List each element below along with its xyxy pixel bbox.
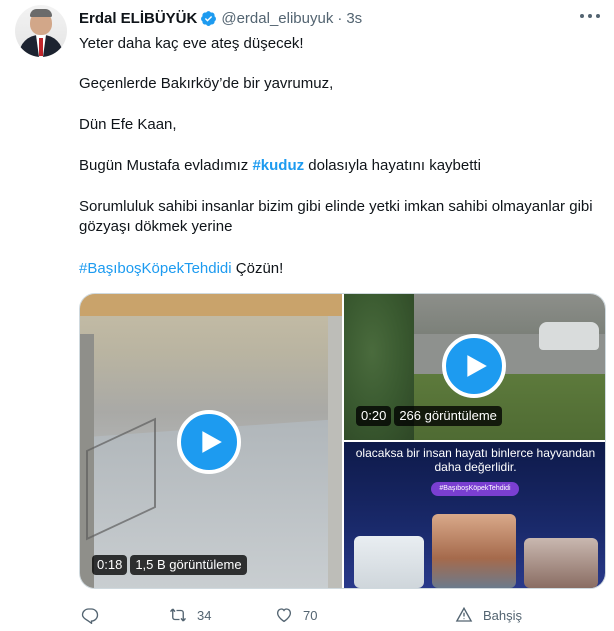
action-bar: 34 70 Bahşiş xyxy=(79,604,609,626)
hashtag-basiboskopektehdidi[interactable]: #BaşıboşKöpekTehdidi xyxy=(79,260,232,277)
media-grid: 0:18 1,5 B görüntüleme 0:20 266 görüntül… xyxy=(79,293,606,589)
play-button[interactable] xyxy=(177,410,241,474)
video-1[interactable]: 0:18 1,5 B görüntüleme xyxy=(80,294,342,588)
tweet-text-line: Geçenlerde Bakırköy’de bir yavrumuz, xyxy=(79,75,334,92)
separator-dot: · xyxy=(337,9,343,27)
avatar-hair xyxy=(30,9,52,17)
hashtag-kuduz[interactable]: #kuduz xyxy=(252,157,304,174)
reply-icon xyxy=(81,608,99,624)
image-photo xyxy=(524,538,598,588)
video-views: 266 görüntüleme xyxy=(394,406,502,426)
tip-icon xyxy=(455,606,473,622)
tweet-text: dolasıyla hayatını kaybetti xyxy=(304,157,481,174)
retweet-count: 34 xyxy=(197,607,212,623)
video-duration: 0:18 xyxy=(92,555,128,575)
image-photo xyxy=(354,536,424,588)
avatar[interactable] xyxy=(15,5,67,57)
video-2-scene xyxy=(539,322,599,350)
tweet-text: Bugün Mustafa evladımız xyxy=(79,157,253,174)
verified-badge-icon xyxy=(201,10,217,26)
play-icon xyxy=(467,355,487,377)
video-1-info: 0:18 1,5 B görüntüleme xyxy=(92,555,247,575)
video-views: 1,5 B görüntüleme xyxy=(130,555,247,575)
retweet-button[interactable]: 34 xyxy=(169,604,211,626)
play-button[interactable] xyxy=(442,334,506,398)
tweet-text-line: Bugün Mustafa evladımız #kuduz dolasıyla… xyxy=(79,156,604,176)
like-count: 70 xyxy=(303,607,318,623)
video-duration: 0:20 xyxy=(356,406,392,426)
video-1-scene xyxy=(80,294,342,316)
tweet-header: Erdal ELİBÜYÜK @erdal_elibuyuk · 3s xyxy=(79,8,362,28)
tip-label: Bahşiş xyxy=(483,607,523,623)
image-3[interactable]: olacaksa bir insan hayatı binlerce hayva… xyxy=(344,442,605,588)
tweet-text: Çözün! xyxy=(231,260,284,277)
author-name[interactable]: Erdal ELİBÜYÜK xyxy=(79,10,197,27)
like-button[interactable]: 70 xyxy=(275,604,317,626)
like-icon xyxy=(276,608,292,623)
tweet-text-line: Dün Efe Kaan, xyxy=(79,116,177,133)
tweet-text-line: Yeter daha kaç eve ateş düşecek! xyxy=(79,35,304,52)
avatar-tie xyxy=(39,38,43,56)
author-handle[interactable]: @erdal_elibuyuk xyxy=(221,10,333,27)
image-caption: olacaksa bir insan hayatı binlerce hayva… xyxy=(355,446,596,474)
reply-button[interactable] xyxy=(81,604,109,626)
tweet-time[interactable]: 3s xyxy=(346,10,362,27)
play-icon xyxy=(202,431,222,453)
video-2[interactable]: 0:20 266 görüntüleme xyxy=(344,294,605,440)
image-photo xyxy=(432,514,516,588)
retweet-icon xyxy=(169,608,187,622)
video-2-info: 0:20 266 görüntüleme xyxy=(356,406,502,426)
image-hashtag: #BaşıboşKöpekTehdidi xyxy=(431,482,519,496)
tip-button[interactable]: Bahşiş xyxy=(455,604,522,626)
tweet-text-line: Sorumluluk sahibi insanlar bizim gibi el… xyxy=(79,198,593,235)
video-1-scene xyxy=(328,316,342,588)
more-icon[interactable] xyxy=(580,12,600,20)
tweet[interactable]: Erdal ELİBÜYÜK @erdal_elibuyuk · 3s Yete… xyxy=(0,0,614,631)
tweet-text-line: #BaşıboşKöpekTehdidi Çözün! xyxy=(79,259,604,279)
